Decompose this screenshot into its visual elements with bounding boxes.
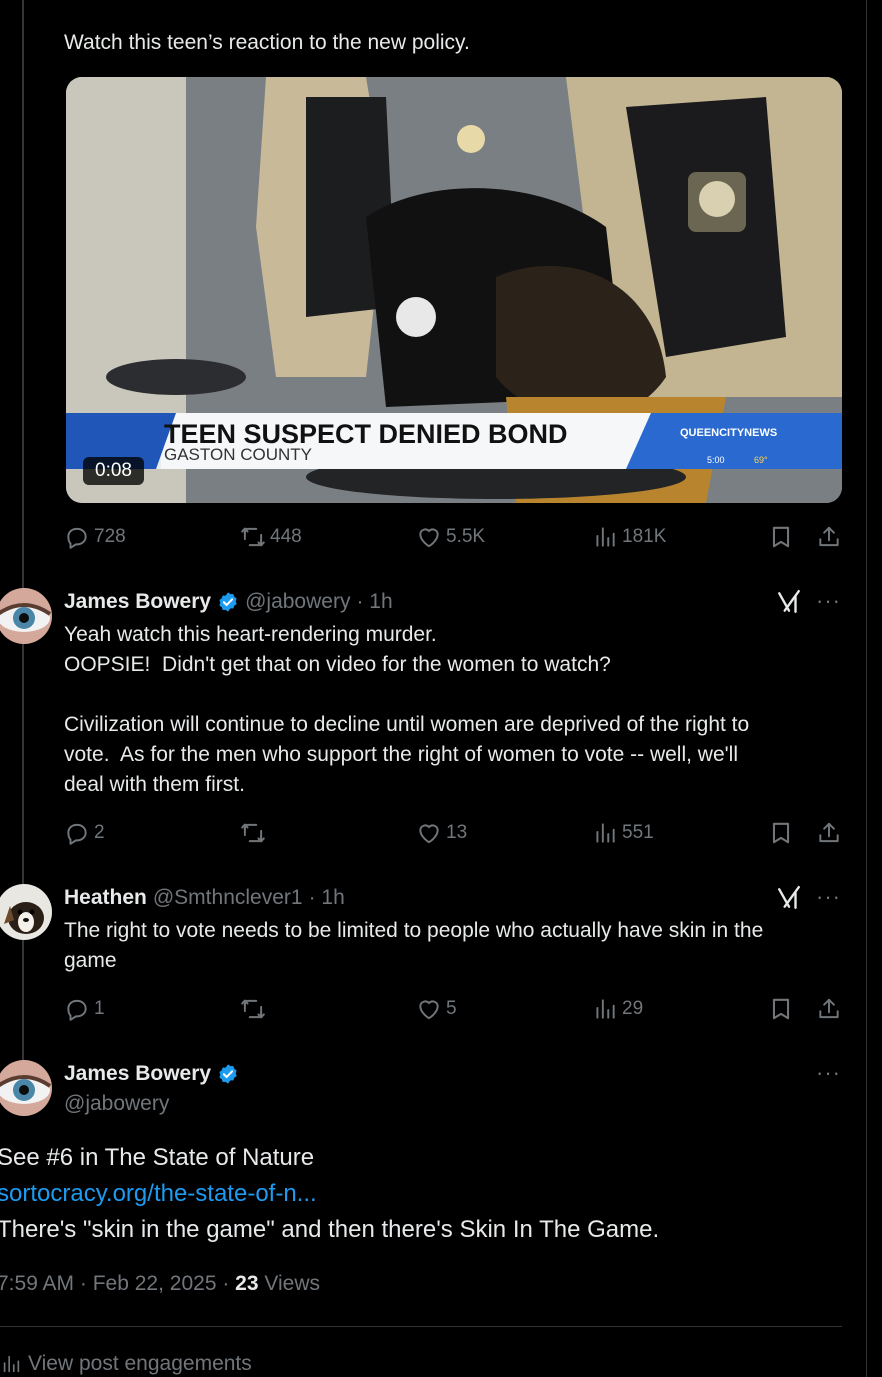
ticker-temp: 69° xyxy=(754,455,768,465)
share-icon xyxy=(816,996,842,1022)
post-actions: 728 448 5.5K 181K xyxy=(64,524,844,554)
views-icon xyxy=(592,524,618,550)
repost-icon xyxy=(240,524,266,550)
dog-avatar-image xyxy=(0,884,52,940)
like-button[interactable]: 5 xyxy=(416,996,457,1022)
verified-badge-icon xyxy=(217,1063,239,1085)
video-subheadline: GASTON COUNTY xyxy=(164,445,312,464)
share-button[interactable] xyxy=(816,996,842,1028)
views-button[interactable]: 181K xyxy=(592,524,666,550)
author-handle-row: @jabowery xyxy=(64,1090,169,1118)
reply-actions: 2 13 551 xyxy=(64,820,844,850)
bookmark-button[interactable] xyxy=(768,996,794,1028)
grok-icon[interactable] xyxy=(776,885,802,911)
avatar[interactable] xyxy=(0,884,52,940)
post-time[interactable]: 7:59 AM xyxy=(0,1272,74,1295)
verified-badge-icon xyxy=(217,591,239,613)
reply-header: James Bowery @jabowery · 1h xyxy=(64,588,393,616)
display-name[interactable]: James Bowery xyxy=(64,1060,211,1088)
handle[interactable]: @jabowery xyxy=(245,588,350,616)
divider xyxy=(0,1326,842,1327)
share-button[interactable] xyxy=(816,820,842,852)
post-time[interactable]: · 1h xyxy=(356,588,392,616)
display-name[interactable]: James Bowery xyxy=(64,588,211,616)
share-button[interactable] xyxy=(816,524,842,556)
heart-icon xyxy=(416,524,442,550)
views-icon xyxy=(592,996,618,1022)
network-logo: QUEENCITYNEWS xyxy=(680,427,777,439)
bookmark-button[interactable] xyxy=(768,524,794,556)
reply-actions: 1 5 29 xyxy=(64,996,844,1026)
eye-avatar-image xyxy=(0,588,52,644)
like-button[interactable]: 5.5K xyxy=(416,524,485,550)
reply-button[interactable]: 728 xyxy=(64,524,126,550)
views-button[interactable]: 29 xyxy=(592,996,643,1022)
bookmark-icon xyxy=(768,820,794,846)
repost-icon xyxy=(240,820,266,846)
views-button[interactable]: 551 xyxy=(592,820,654,846)
reply-icon xyxy=(64,820,90,846)
views-icon xyxy=(0,1353,22,1375)
share-icon xyxy=(816,524,842,550)
heart-icon xyxy=(416,996,442,1022)
post-time[interactable]: · 1h xyxy=(309,884,345,912)
avatar[interactable] xyxy=(0,1060,52,1116)
more-options-icon[interactable]: ··· xyxy=(816,884,841,910)
reply-header: Heathen @Smthnclever1 · 1h xyxy=(64,884,345,912)
share-icon xyxy=(816,820,842,846)
post-meta: 7:59 AM · Feb 22, 2025 · 23 Views xyxy=(0,1272,320,1296)
eye-avatar-image xyxy=(0,1060,52,1116)
grok-icon[interactable] xyxy=(776,589,802,615)
video-duration: 0:08 xyxy=(83,457,144,485)
views-label: Views xyxy=(264,1272,321,1295)
bookmark-button[interactable] xyxy=(768,820,794,852)
more-options-icon[interactable]: ··· xyxy=(816,1060,841,1086)
handle[interactable]: @jabowery xyxy=(64,1090,169,1118)
repost-button[interactable] xyxy=(240,820,270,846)
reply-icon xyxy=(64,524,90,550)
video-player[interactable]: TEEN SUSPECT DENIED BOND GASTON COUNTY Q… xyxy=(66,77,842,503)
repost-button[interactable] xyxy=(240,996,270,1022)
reply-icon xyxy=(64,996,90,1022)
repost-icon xyxy=(240,996,266,1022)
post-link[interactable]: sortocracy.org/the-state-of-n... xyxy=(0,1176,659,1212)
more-options-icon[interactable]: ··· xyxy=(816,588,841,614)
view-engagements-link[interactable]: View post engagements xyxy=(0,1352,252,1376)
reply-text: Yeah watch this heart-rendering murder. O… xyxy=(64,623,750,796)
post-text: Watch this teen’s reaction to the new po… xyxy=(64,31,470,54)
ticker-time: 5:00 xyxy=(707,455,725,465)
display-name[interactable]: Heathen xyxy=(64,884,147,912)
author-name-row: James Bowery xyxy=(64,1060,239,1088)
handle[interactable]: @Smthnclever1 xyxy=(153,884,303,912)
like-button[interactable]: 13 xyxy=(416,820,467,846)
views-count: 23 xyxy=(235,1272,259,1295)
reply-button[interactable]: 1 xyxy=(64,996,105,1022)
main-post-text: See #6 in The State of Nature sortocracy… xyxy=(0,1140,659,1248)
repost-button[interactable]: 448 xyxy=(240,524,302,550)
bookmark-icon xyxy=(768,524,794,550)
reply-text: The right to vote needs to be limited to… xyxy=(64,919,764,972)
reply-button[interactable]: 2 xyxy=(64,820,105,846)
post-date[interactable]: Feb 22, 2025 xyxy=(93,1272,217,1295)
video-thumbnail: TEEN SUSPECT DENIED BOND GASTON COUNTY Q… xyxy=(66,77,842,503)
bookmark-icon xyxy=(768,996,794,1022)
avatar[interactable] xyxy=(0,588,52,644)
column-border xyxy=(866,0,867,1377)
views-icon xyxy=(592,820,618,846)
heart-icon xyxy=(416,820,442,846)
